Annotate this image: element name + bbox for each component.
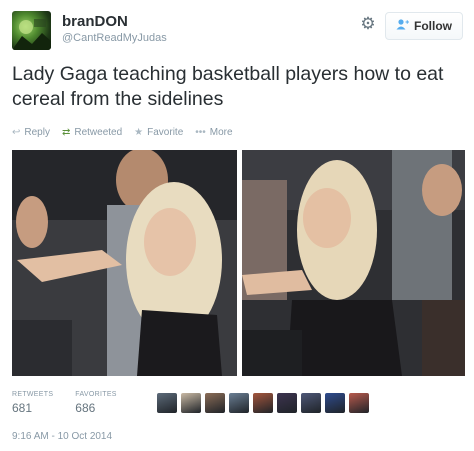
- star-icon: ★: [134, 127, 144, 138]
- favoriter-avatar[interactable]: [229, 393, 249, 413]
- tweet-timestamp[interactable]: 9:16 AM - 10 Oct 2014: [12, 431, 112, 442]
- follow-button[interactable]: Follow: [385, 12, 463, 40]
- more-label: More: [209, 127, 233, 138]
- retweet-action[interactable]: ⇄ Retweeted: [62, 127, 122, 138]
- favoriter-avatar[interactable]: [277, 393, 297, 413]
- favoriter-avatar[interactable]: [205, 393, 225, 413]
- reply-label: Reply: [24, 127, 50, 138]
- favoriter-avatar[interactable]: [349, 393, 369, 413]
- retweets-count: 681: [12, 401, 33, 415]
- retweets-label: RETWEETS: [12, 391, 54, 398]
- favoriter-avatar[interactable]: [301, 393, 321, 413]
- person-plus-icon: [396, 19, 409, 33]
- gear-icon[interactable]: ⚙: [359, 15, 377, 33]
- username-handle[interactable]: @CantReadMyJudas: [62, 32, 167, 44]
- display-name[interactable]: branDON: [62, 13, 128, 30]
- retweet-icon: ⇄: [61, 127, 71, 138]
- favoriter-avatar[interactable]: [325, 393, 345, 413]
- more-action[interactable]: ••• More: [195, 127, 232, 138]
- retweeted-label: Retweeted: [74, 127, 123, 138]
- favorites-stat[interactable]: FAVORITES 686: [75, 391, 116, 415]
- avatar[interactable]: [12, 11, 51, 50]
- tweet-actions: ↩ Reply ⇄ Retweeted ★ Favorite ••• More: [12, 127, 233, 138]
- favoriter-avatar[interactable]: [181, 393, 201, 413]
- favorites-label: FAVORITES: [75, 391, 117, 398]
- favorite-label: Favorite: [147, 127, 184, 138]
- favoriter-avatar[interactable]: [157, 393, 177, 413]
- tweet-photo-left[interactable]: [12, 150, 237, 376]
- favoriters-avatars: [157, 393, 369, 413]
- favoriter-avatar[interactable]: [253, 393, 273, 413]
- reply-arrow-icon: ↩: [12, 127, 21, 138]
- favorites-count: 686: [75, 401, 96, 415]
- tweet-text: Lady Gaga teaching basketball players ho…: [12, 63, 444, 110]
- tweet-photo-right[interactable]: [242, 150, 465, 376]
- retweets-stat[interactable]: RETWEETS 681: [12, 391, 53, 415]
- tweet-stats: RETWEETS 681 FAVORITES 686: [12, 391, 117, 415]
- favorite-action[interactable]: ★ Favorite: [134, 127, 183, 138]
- follow-label: Follow: [414, 19, 452, 33]
- more-dots-icon: •••: [195, 127, 206, 138]
- reply-action[interactable]: ↩ Reply: [12, 127, 50, 138]
